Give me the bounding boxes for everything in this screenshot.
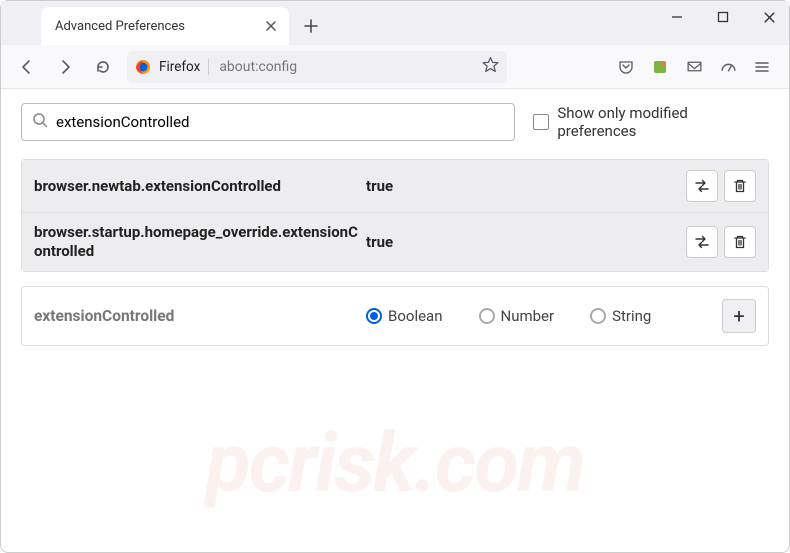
preference-value: true	[366, 233, 680, 251]
toolbar-right-icons	[617, 58, 777, 76]
minimize-button[interactable]	[665, 11, 689, 28]
new-preference-row: extensionControlled Boolean Number Strin…	[21, 286, 769, 346]
window-controls	[665, 11, 781, 28]
preference-row: browser.startup.homepage_override.extens…	[22, 212, 768, 271]
delete-button[interactable]	[724, 170, 756, 202]
menu-button[interactable]	[753, 58, 771, 76]
back-button[interactable]	[13, 53, 41, 81]
content-area: Show only modified preferences browser.n…	[1, 89, 789, 360]
new-preference-name: extensionControlled	[34, 307, 366, 325]
preference-row: browser.newtab.extensionControlled true	[22, 160, 768, 212]
preference-value: true	[366, 177, 680, 195]
search-row: Show only modified preferences	[21, 103, 769, 141]
toggle-button[interactable]	[686, 226, 718, 258]
preference-list: browser.newtab.extensionControlled true …	[21, 159, 769, 272]
url-bar[interactable]: Firefox about:config	[127, 51, 507, 83]
show-modified-checkbox[interactable]: Show only modified preferences	[533, 104, 769, 140]
radio-icon	[590, 308, 606, 324]
reload-button[interactable]	[89, 53, 117, 81]
checkbox-icon	[533, 114, 549, 130]
toolbar: Firefox about:config	[1, 45, 789, 89]
preference-name: browser.startup.homepage_override.extens…	[34, 223, 366, 261]
type-radio-string[interactable]: String	[590, 307, 651, 325]
watermark: pcrisk.com	[1, 416, 789, 512]
bookmark-star-icon[interactable]	[482, 56, 499, 77]
forward-button[interactable]	[51, 53, 79, 81]
url-identity-label: Firefox	[159, 59, 209, 75]
close-window-button[interactable]	[757, 11, 781, 28]
preference-name: browser.newtab.extensionControlled	[34, 177, 366, 196]
browser-tab[interactable]: Advanced Preferences	[41, 7, 289, 45]
delete-button[interactable]	[724, 226, 756, 258]
close-tab-icon[interactable]	[263, 18, 279, 34]
pocket-icon[interactable]	[617, 58, 635, 76]
title-bar: Advanced Preferences	[1, 1, 789, 45]
tab-title: Advanced Preferences	[55, 19, 263, 34]
toggle-button[interactable]	[686, 170, 718, 202]
mail-icon[interactable]	[685, 58, 703, 76]
radio-icon	[479, 308, 495, 324]
search-input[interactable]	[56, 113, 504, 131]
firefox-logo-icon	[135, 59, 151, 75]
search-box[interactable]	[21, 103, 515, 141]
radio-icon	[366, 308, 382, 324]
url-text: about:config	[219, 59, 297, 75]
dashboard-icon[interactable]	[719, 58, 737, 76]
type-radio-number[interactable]: Number	[479, 307, 555, 325]
new-tab-button[interactable]	[295, 10, 327, 42]
type-radio-group: Boolean Number String	[366, 307, 722, 325]
maximize-button[interactable]	[711, 11, 735, 28]
extension-icon[interactable]	[651, 58, 669, 76]
search-icon	[32, 112, 48, 132]
show-modified-label: Show only modified preferences	[557, 104, 769, 140]
add-preference-button[interactable]: +	[722, 299, 756, 333]
type-radio-boolean[interactable]: Boolean	[366, 307, 443, 325]
